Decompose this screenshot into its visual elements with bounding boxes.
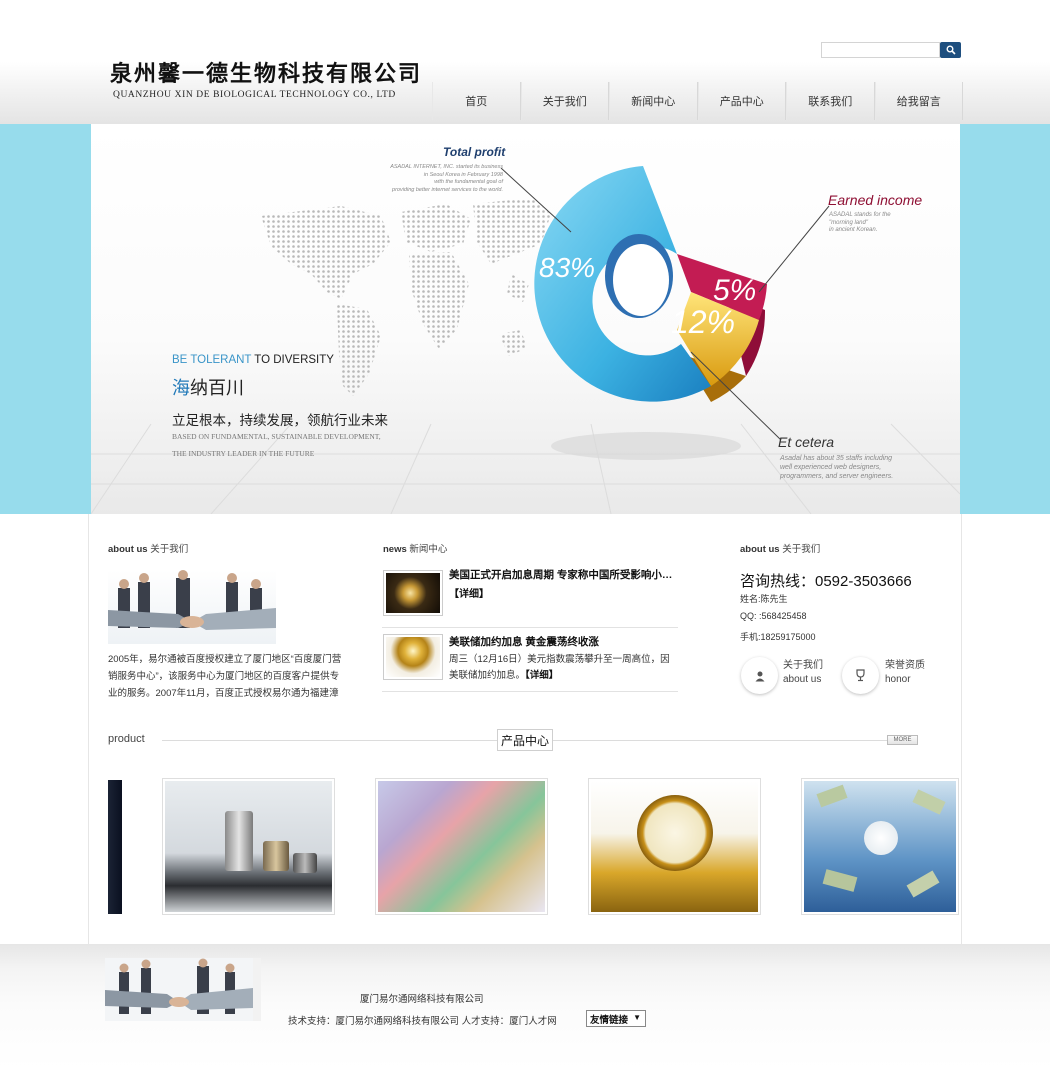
nav-contact[interactable]: 联系我们 xyxy=(786,82,875,120)
honor-label[interactable]: 荣誉资质 honor xyxy=(885,659,925,687)
contact-name: 姓名:陈先生 xyxy=(740,594,788,604)
product-image-gold-clock xyxy=(591,781,758,912)
pct-medium: 12% xyxy=(671,304,736,340)
business-people-image xyxy=(108,570,276,630)
footer-support: 技术支持：厦门易尔通网络科技有限公司 人才支持：厦门人才网 xyxy=(288,1016,557,1027)
news-title[interactable]: 美国正式开启加息周期 专家称中国所受影响小于… xyxy=(449,567,678,582)
news-title[interactable]: 美联储加约加息 黄金震荡终收涨 xyxy=(449,634,678,649)
footer-company: 厦门易尔通网络科技有限公司 xyxy=(360,994,484,1005)
news-thumb-watch[interactable] xyxy=(383,570,443,616)
et-cetera-desc: Asadal has about 35 staffs including wel… xyxy=(780,455,894,480)
talent-site-link[interactable]: 厦门人才网 xyxy=(509,1016,557,1027)
about-us-label[interactable]: 关于我们 about us xyxy=(783,659,823,687)
user-icon xyxy=(755,671,764,681)
pct-large: 83% xyxy=(539,252,596,283)
search-button[interactable] xyxy=(940,42,961,58)
earned-income-label: Earned income xyxy=(828,192,923,208)
about-text: 2005年，易尔通被百度授权建立了厦门地区“百度厦门营销服务中心”，该服务中心为… xyxy=(108,654,342,699)
nav-message[interactable]: 给我留言 xyxy=(874,82,963,120)
news-thumb-clock[interactable] xyxy=(383,634,443,680)
et-cetera-label: Et cetera xyxy=(778,434,835,450)
product-label: product xyxy=(108,733,145,745)
search-icon xyxy=(946,45,956,55)
news-item[interactable]: 美联储加约加息 黄金震荡终收涨 周三（12月16日）美元指数震荡攀升至一周高位，… xyxy=(382,628,678,692)
more-button[interactable]: MORE xyxy=(887,735,918,745)
product-partial-left[interactable] xyxy=(108,780,122,914)
banner-tagline: BE TOLERANT TO DIVERSITY xyxy=(172,354,334,366)
total-profit-label: Total profit xyxy=(443,145,506,159)
friend-links-select[interactable]: 友情链接 ▼ xyxy=(586,1010,646,1027)
nav-news[interactable]: 新闻中心 xyxy=(609,82,698,120)
banner-sub2: THE INDUSTRY LEADER IN THE FUTURE xyxy=(172,449,315,458)
trophy-icon xyxy=(856,669,865,682)
product-image-banknotes xyxy=(378,781,545,912)
product-image-flying-money xyxy=(804,781,956,912)
news-section-title: news 新闻中心 xyxy=(383,544,448,555)
honor-button[interactable] xyxy=(842,657,879,694)
product-image-coins-phone xyxy=(165,781,332,912)
pct-small: 5% xyxy=(713,274,757,307)
banner-slogan: 立足根本，持续发展，领航行业未来 xyxy=(172,413,388,428)
about-us-button[interactable] xyxy=(741,657,778,694)
main-nav: 首页 关于我们 新闻中心 产品中心 联系我们 给我留言 xyxy=(432,82,963,122)
product-card[interactable] xyxy=(588,778,761,915)
product-card[interactable] xyxy=(801,778,959,915)
dropdown-arrow-icon: ▼ xyxy=(633,1013,641,1022)
total-profit-desc: ASADAL INTERNET, INC. started its busine… xyxy=(390,164,503,193)
nav-home[interactable]: 首页 xyxy=(432,82,521,120)
banner-cn-title: 海纳百川 xyxy=(172,378,244,398)
nav-about[interactable]: 关于我们 xyxy=(520,82,609,120)
news-more-link[interactable]: 【详细】 xyxy=(449,585,489,600)
contact-phone: 手机:18259175000 xyxy=(740,632,816,642)
contact-section-title: about us 关于我们 xyxy=(740,544,821,555)
footer-business-people-image xyxy=(105,958,253,1021)
about-image[interactable] xyxy=(108,570,276,644)
news-desc: 周三（12月16日）美元指数震荡攀升至一周高位，因美联储加约加息。【详细】 xyxy=(449,654,670,681)
news-more-link[interactable]: 【详细】 xyxy=(525,670,558,681)
support-company-link[interactable]: 厦门易尔通网络科技有限公司 xyxy=(336,1016,460,1027)
banner-sub1: BASED ON FUNDAMENTAL, SUSTAINABLE DEVELO… xyxy=(172,432,381,441)
about-section-title: about us 关于我们 xyxy=(108,544,189,555)
world-map xyxy=(261,198,551,396)
company-logo-cn[interactable]: 泉州馨一德生物科技有限公司 xyxy=(110,56,422,88)
earned-income-desc: ASADAL stands for the "morning land" in … xyxy=(829,212,891,233)
product-card[interactable] xyxy=(375,778,548,915)
hotline: 咨询热线：0592-3503666 xyxy=(740,573,912,590)
search-box xyxy=(821,42,961,58)
contact-qq: QQ: :568425458 xyxy=(740,611,807,621)
product-center-title[interactable]: 产品中心 xyxy=(497,729,553,751)
site-header: 泉州馨一德生物科技有限公司 QUANZHOU XIN DE BIOLOGICAL… xyxy=(0,0,1050,124)
search-input[interactable] xyxy=(821,42,940,58)
news-item[interactable]: 美国正式开启加息周期 专家称中国所受影响小于… 【详细】 xyxy=(382,564,678,628)
product-card[interactable] xyxy=(162,778,335,915)
nav-products[interactable]: 产品中心 xyxy=(697,82,786,120)
company-logo-en: QUANZHOU XIN DE BIOLOGICAL TECHNOLOGY CO… xyxy=(113,90,396,100)
footer-image[interactable] xyxy=(105,958,261,1021)
hero-banner[interactable]: Total profit ASADAL INTERNET, INC. start… xyxy=(91,124,960,514)
